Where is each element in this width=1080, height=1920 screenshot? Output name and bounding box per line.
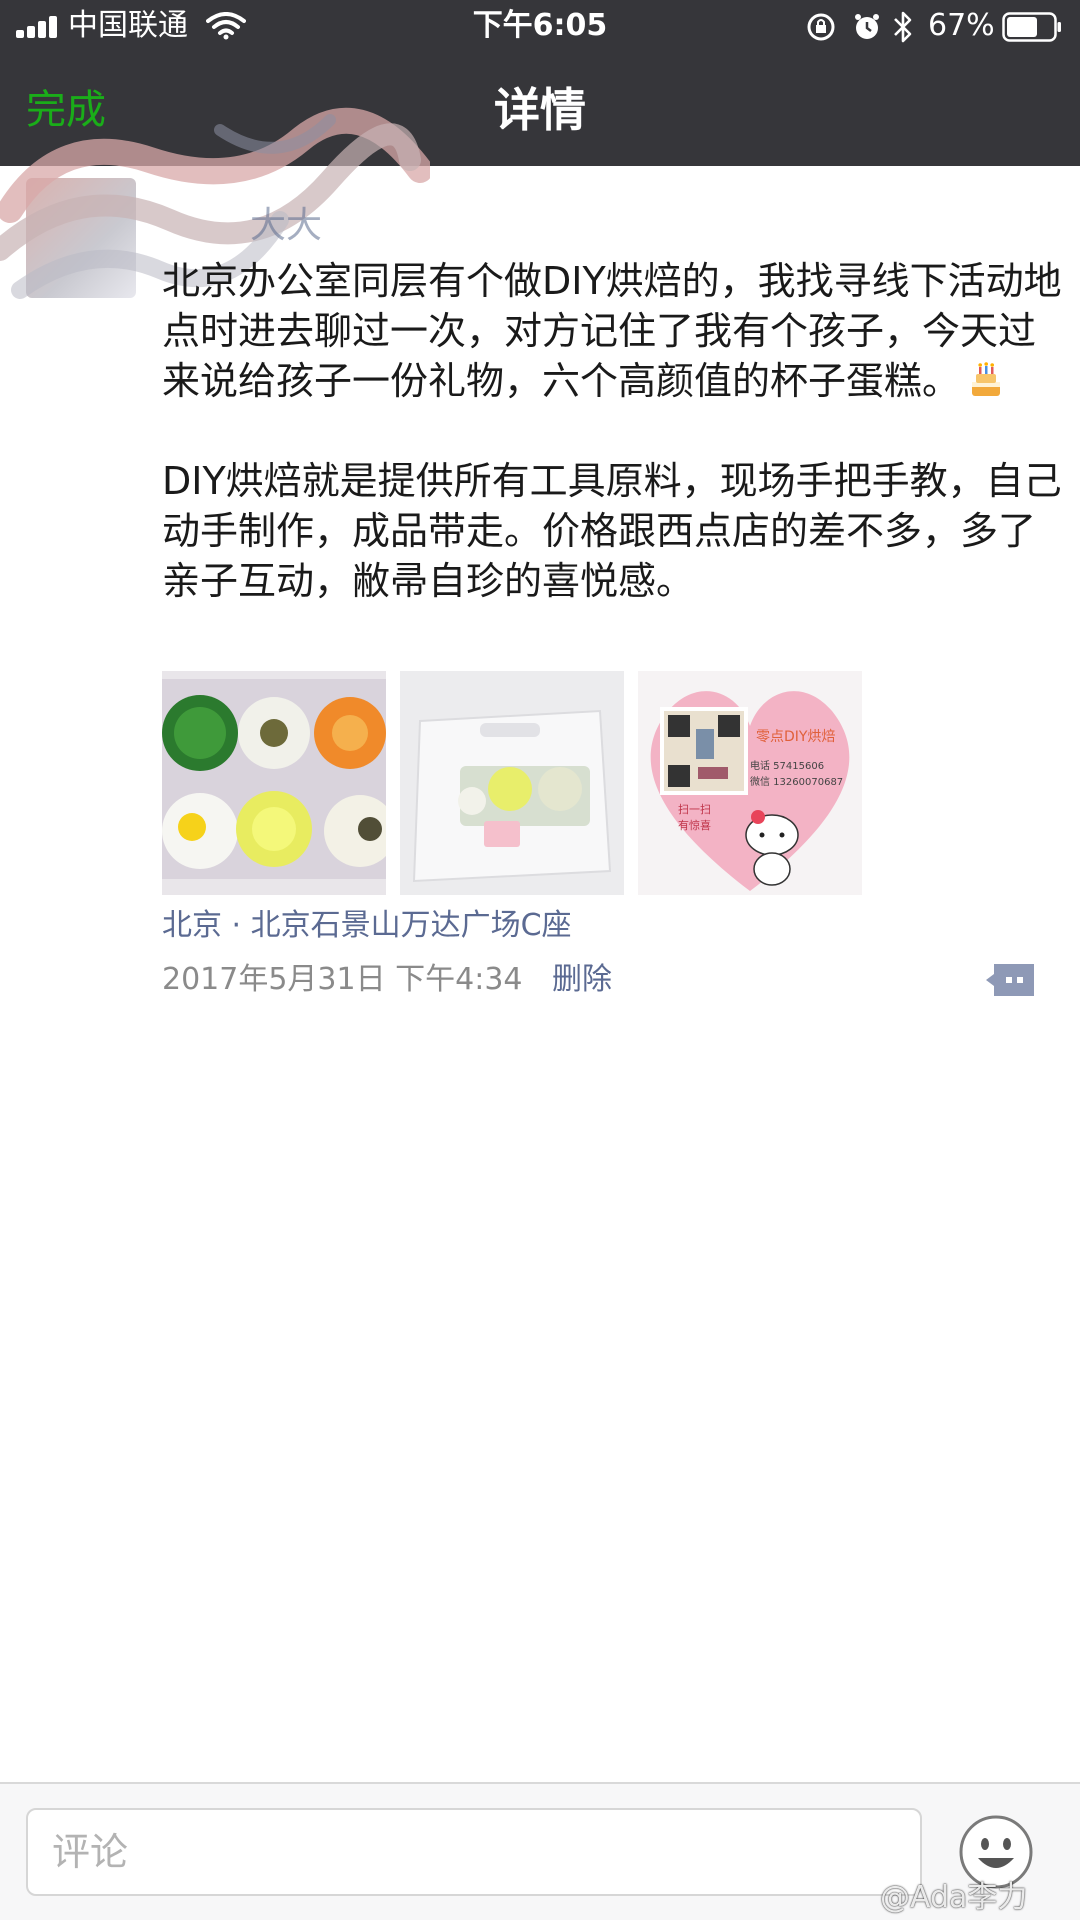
post-paragraph: 北京办公室同层有个做DIY烘焙的，我找寻线下活动地点时进去聊过一次，对方记住了我…: [162, 256, 1062, 406]
shop-phone-text: 电话 57415606: [750, 759, 824, 772]
shop-name-text: 零点DIY烘焙: [756, 729, 835, 745]
alarm-icon: [855, 14, 879, 39]
heart-card-photo[interactable]: 零点DIY烘焙 电话 57415606 微信 13260070687 扫一扫 有…: [638, 671, 862, 895]
moments-detail-page: 中国联通 下午6:05 67% 完成 详情 大大 北京办公室同层有个做DIY烘焙…: [0, 0, 1080, 1920]
comment-input[interactable]: [26, 1808, 922, 1896]
post-timestamp: 2017年5月31日 下午4:34: [162, 962, 523, 997]
birthday-cake-icon: [972, 362, 1001, 396]
comment-action-icon[interactable]: [984, 962, 1036, 998]
surprise-text: 有惊喜: [678, 818, 711, 832]
orientation-lock-icon: [807, 13, 835, 41]
photo-grid: 零点DIY烘焙 电话 57415606 微信 13260070687 扫一扫 有…: [162, 671, 882, 895]
author-name[interactable]: 大大: [250, 196, 322, 248]
location-link[interactable]: 北京 · 北京石景山万达广场C座: [162, 906, 572, 946]
bluetooth-icon: [894, 11, 912, 43]
post-content: 北京办公室同层有个做DIY烘焙的，我找寻线下活动地点时进去聊过一次，对方记住了我…: [162, 256, 1062, 606]
cake-box-photo[interactable]: [400, 671, 624, 895]
battery-percentage: 67%: [928, 8, 995, 43]
scan-text: 扫一扫: [678, 803, 711, 816]
emoji-icon[interactable]: [958, 1814, 1034, 1890]
post-paragraph-1: 北京办公室同层有个做DIY烘焙的，我找寻线下活动地点时进去聊过一次，对方记住了我…: [162, 259, 1062, 403]
status-bar: 中国联通 下午6:05 67%: [0, 0, 1080, 52]
cupcakes-photo[interactable]: [162, 671, 386, 895]
status-time: 下午6:05: [472, 8, 608, 43]
post-paragraph-2: DIY烘焙就是提供所有工具原料，现场手把手教，自己动手制作，成品带走。价格跟西点…: [162, 459, 1062, 603]
delete-button[interactable]: 删除: [552, 960, 612, 1000]
watermark: @Ada李力: [880, 1880, 1028, 1915]
battery-icon: [1002, 12, 1061, 42]
shop-wechat-text: 微信 13260070687: [750, 775, 843, 788]
